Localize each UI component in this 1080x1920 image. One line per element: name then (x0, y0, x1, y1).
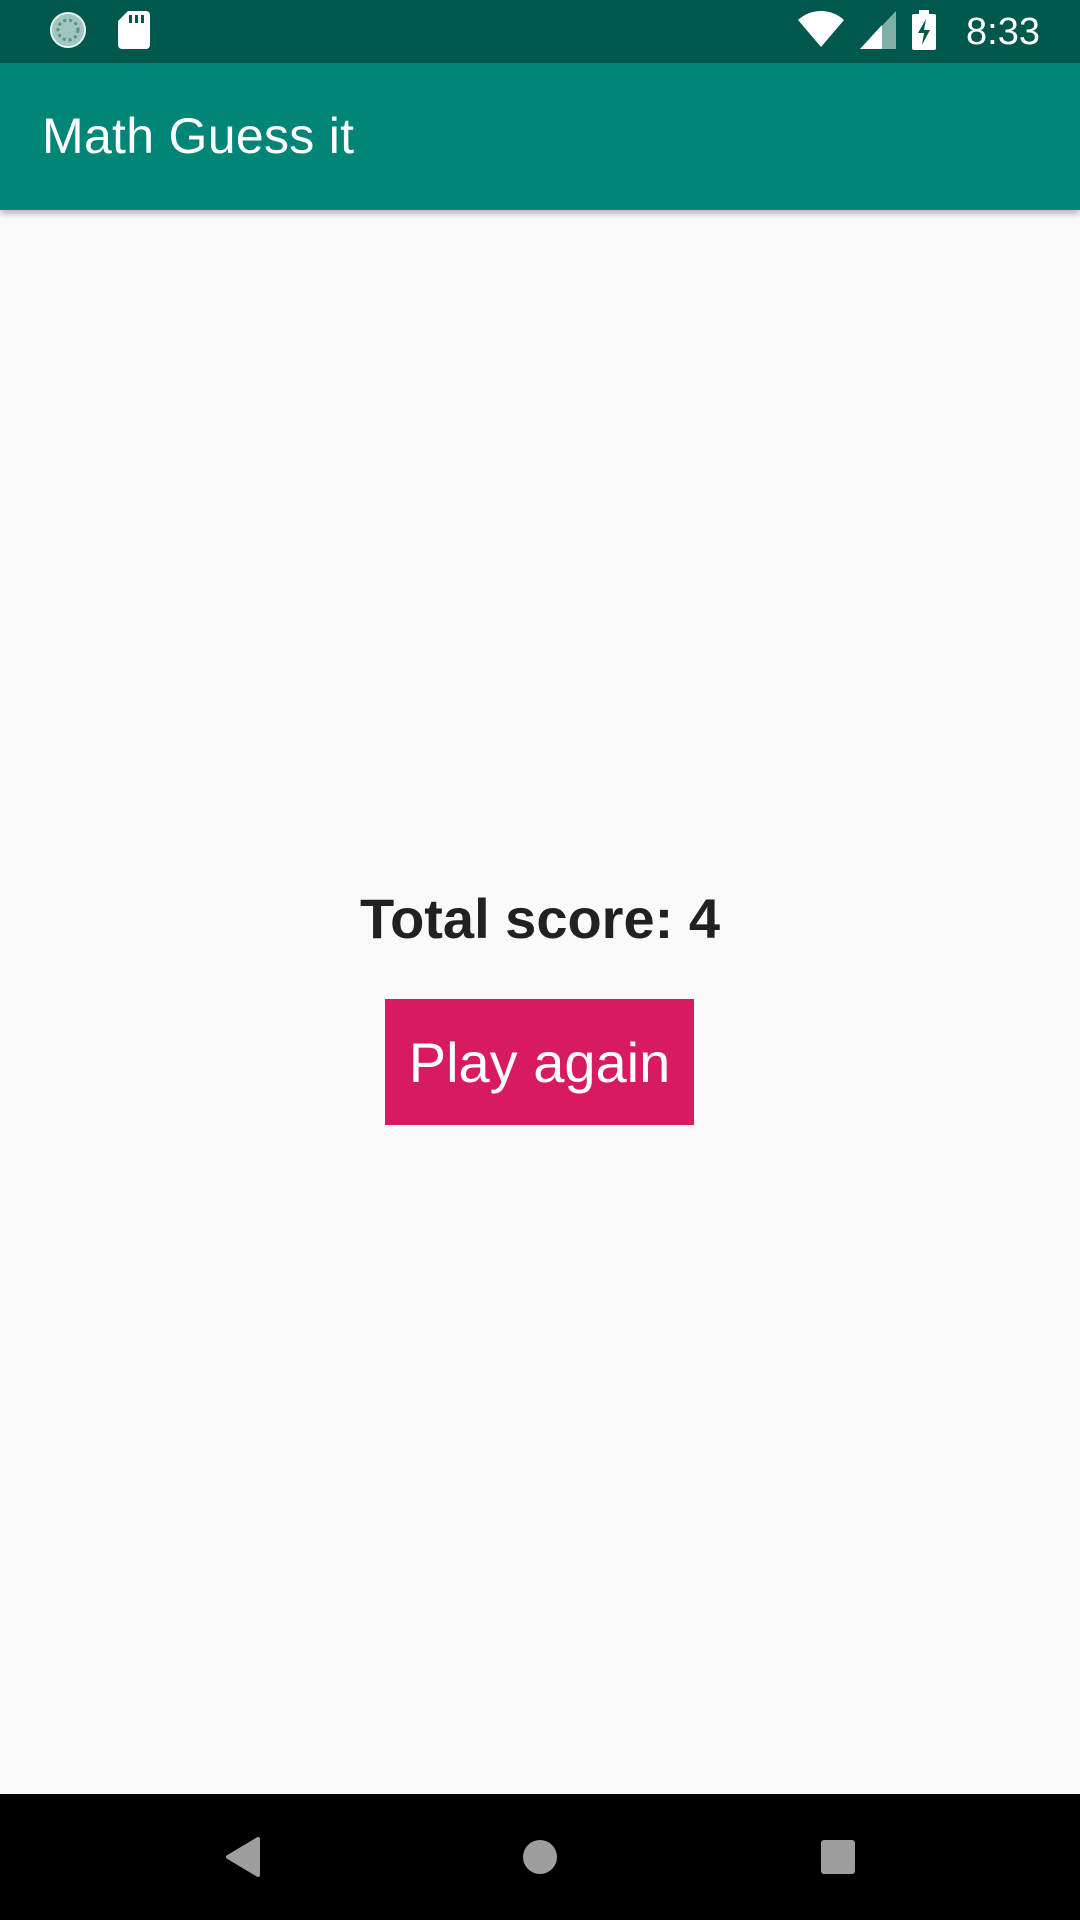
sd-card-icon (118, 10, 150, 54)
play-again-button[interactable]: Play again (385, 999, 694, 1125)
status-bar: 8:33 (0, 0, 1080, 63)
back-icon[interactable] (207, 1822, 277, 1892)
status-right: 8:33 (798, 8, 1040, 56)
app-title: Math Guess it (42, 108, 355, 164)
wifi-icon (798, 10, 845, 54)
screen: 8:33 Math Guess it Total score: 4 Play a… (0, 0, 1080, 1920)
sync-circle-icon (48, 10, 88, 55)
total-score-text: Total score: 4 (360, 887, 720, 950)
app-bar: Math Guess it (0, 63, 1080, 210)
status-time: 8:33 (966, 10, 1040, 53)
navigation-bar (0, 1794, 1080, 1920)
main-content: Total score: 4 Play again (0, 210, 1080, 1794)
recents-icon[interactable] (803, 1822, 873, 1892)
cell-signal-icon (860, 10, 897, 54)
home-icon[interactable] (505, 1822, 575, 1892)
status-left (48, 10, 150, 55)
battery-charging-icon (912, 9, 937, 55)
